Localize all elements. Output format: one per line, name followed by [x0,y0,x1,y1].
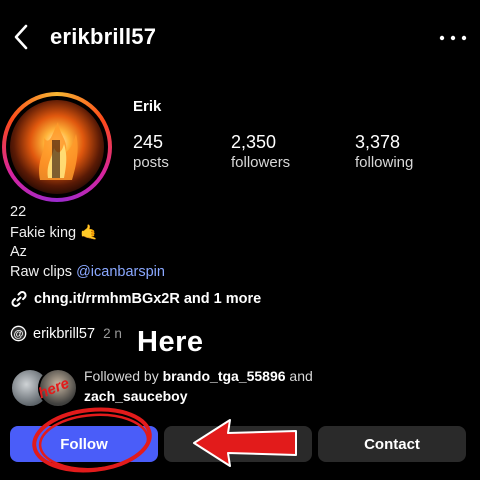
posts-count[interactable]: 245 [133,132,163,153]
svg-text:@: @ [14,329,24,340]
external-link-text[interactable]: chng.it/rrmhmBGx2R and 1 more [34,291,261,307]
profile-username: erikbrill57 [50,24,157,49]
threads-icon: @ [10,325,27,342]
threads-handle[interactable]: erikbrill57 [33,326,95,342]
chevron-left-icon[interactable] [8,20,36,54]
followers-label[interactable]: followers [231,154,290,171]
bio-line: 22 [10,204,27,220]
bio-line: Fakie king 🤙 [10,225,99,241]
following-count[interactable]: 3,378 [355,132,400,153]
ellipsis-icon[interactable] [436,28,470,48]
followed-by-joiner: and [285,368,313,384]
mutual-follower-name[interactable]: brando_tga_55896 [163,368,286,384]
link-icon [11,291,27,307]
bio-line: Az [10,244,27,260]
contact-button[interactable]: Contact [318,426,466,462]
followed-by-prefix: Followed by [84,368,163,384]
threads-suffix: 2 n [103,326,122,341]
overlay-caption: Here [137,326,204,358]
bio-text: Raw clips [10,264,77,280]
red-circle-annotation [32,407,152,473]
followers-count[interactable]: 2,350 [231,132,276,153]
bio-line: Raw clips @icanbarspin [10,264,165,280]
avatar-photo [10,100,104,194]
followed-by-text[interactable]: Followed by brando_tga_55896 and zach_sa… [84,366,313,406]
external-link[interactable]: chng.it/rrmhmBGx2R and 1 more [10,290,261,308]
posts-label[interactable]: posts [133,154,169,171]
bio-mention-link[interactable]: @icanbarspin [76,264,165,280]
threads-badge[interactable]: @ erikbrill57 2 n [10,325,122,342]
profile-avatar[interactable] [2,92,112,202]
red-arrow-annotation [193,419,297,467]
profile-display-name: Erik [133,98,162,115]
following-label[interactable]: following [355,154,413,171]
